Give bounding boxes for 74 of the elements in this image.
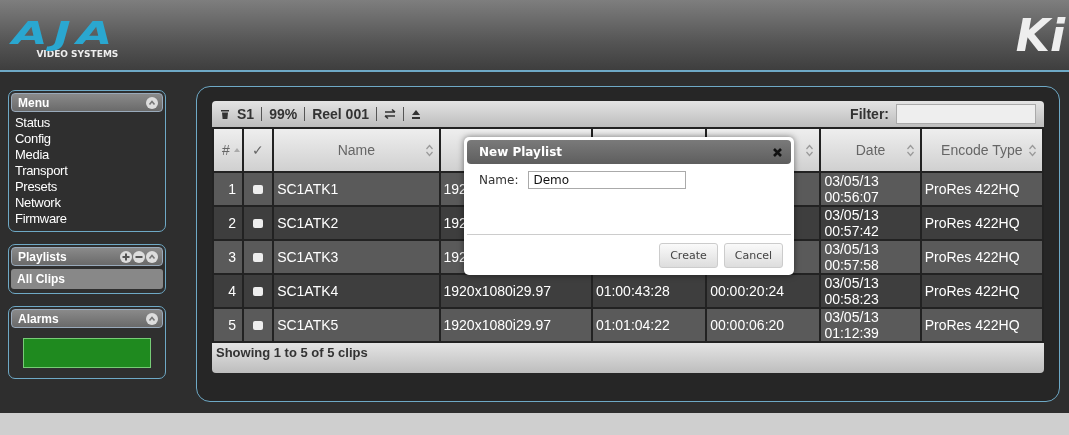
- table-cell: 00:00:06:20: [707, 309, 820, 341]
- column-header[interactable]: #: [214, 129, 243, 171]
- checkbox[interactable]: [253, 286, 264, 296]
- name-field[interactable]: Demo: [528, 171, 687, 189]
- table-cell: SC1ATK4: [274, 275, 439, 307]
- plus-icon[interactable]: [120, 250, 132, 263]
- column-label: Date: [855, 142, 886, 158]
- playlist-item[interactable]: All Clips: [11, 269, 163, 289]
- table-cell: SC1ATK5: [274, 309, 439, 341]
- slot-label: S1: [237, 106, 255, 122]
- column-header[interactable]: Date: [821, 129, 920, 171]
- table-cell: ProRes 422HQ: [921, 173, 1042, 205]
- field-label: Name:: [479, 173, 519, 187]
- menu-item[interactable]: Presets: [11, 179, 163, 195]
- table-cell: 2: [214, 207, 243, 239]
- reel-label: Reel 001: [312, 106, 369, 122]
- menu-item[interactable]: Status: [11, 115, 163, 131]
- table-cell: 03/05/13 00:57:42: [821, 207, 920, 239]
- panel-title: Alarms: [18, 311, 59, 326]
- column-label: Name: [337, 142, 375, 158]
- product-logo: Ki: [1015, 9, 1065, 61]
- collapse-icon[interactable]: [146, 96, 158, 109]
- table-cell: ProRes 422HQ: [921, 241, 1042, 273]
- table-cell: ProRes 422HQ: [921, 207, 1042, 239]
- menu-item[interactable]: Transport: [11, 163, 163, 179]
- column-header[interactable]: Encode Type: [921, 129, 1042, 171]
- table-cell: 4: [214, 275, 243, 307]
- panel-title: Playlists: [18, 249, 67, 264]
- table-cell: ProRes 422HQ: [921, 275, 1042, 307]
- trash-icon[interactable]: [220, 108, 230, 120]
- table-cell: 03/05/13 01:12:39: [821, 309, 920, 341]
- checkbox[interactable]: [253, 252, 264, 262]
- table-cell: 01:01:04:22: [592, 309, 706, 341]
- table-footer: Showing 1 to 5 of 5 clips: [212, 343, 1044, 373]
- column-header[interactable]: Name: [274, 129, 439, 171]
- table-cell: ProRes 422HQ: [921, 309, 1042, 341]
- table-cell: 01:00:43:28: [592, 275, 706, 307]
- logo-subtitle: VIDEO SYSTEMS: [36, 49, 119, 59]
- close-icon[interactable]: [772, 146, 783, 158]
- table-cell: 1: [214, 173, 243, 205]
- table-cell: 03/05/13 00:58:23: [821, 275, 920, 307]
- table-cell: 3: [214, 241, 243, 273]
- column-label: #: [222, 142, 230, 158]
- swap-arrows-icon[interactable]: [384, 108, 396, 120]
- menu-item[interactable]: Config: [11, 131, 163, 147]
- filter-field[interactable]: [896, 104, 1036, 124]
- menu-item[interactable]: Media: [11, 147, 163, 163]
- table-cell: 1920x1080i29.97: [440, 309, 591, 341]
- dialog-title: New Playlist: [479, 145, 562, 159]
- panel-title: Menu: [18, 95, 50, 110]
- checkbox[interactable]: [253, 320, 264, 330]
- menu-item[interactable]: Firmware: [11, 211, 163, 227]
- create-button[interactable]: Create: [659, 243, 718, 268]
- table-cell: SC1ATK1: [274, 173, 439, 205]
- checkbox[interactable]: [253, 184, 264, 194]
- filter-label: Filter:: [850, 106, 889, 122]
- column-header[interactable]: ✓: [244, 129, 273, 171]
- collapse-icon[interactable]: [146, 250, 158, 263]
- table-cell: 00:00:20:24: [707, 275, 820, 307]
- table-cell: 03/05/13 00:57:58: [821, 241, 920, 273]
- table-cell: 5: [214, 309, 243, 341]
- column-label: Encode Type: [941, 142, 1023, 158]
- collapse-icon[interactable]: [146, 312, 158, 325]
- capacity-label: 99%: [269, 106, 298, 122]
- cancel-button[interactable]: Cancel: [723, 243, 783, 268]
- table-cell: SC1ATK2: [274, 207, 439, 239]
- minus-icon[interactable]: [133, 250, 145, 263]
- table-cell: 03/05/13 00:56:07: [821, 173, 920, 205]
- column-label: ✓: [252, 142, 265, 158]
- menu-item[interactable]: Network: [11, 195, 163, 211]
- eject-icon[interactable]: [411, 108, 421, 120]
- table-cell: 1920x1080i29.97: [440, 275, 591, 307]
- table-cell: SC1ATK3: [274, 241, 439, 273]
- checkbox[interactable]: [253, 218, 264, 228]
